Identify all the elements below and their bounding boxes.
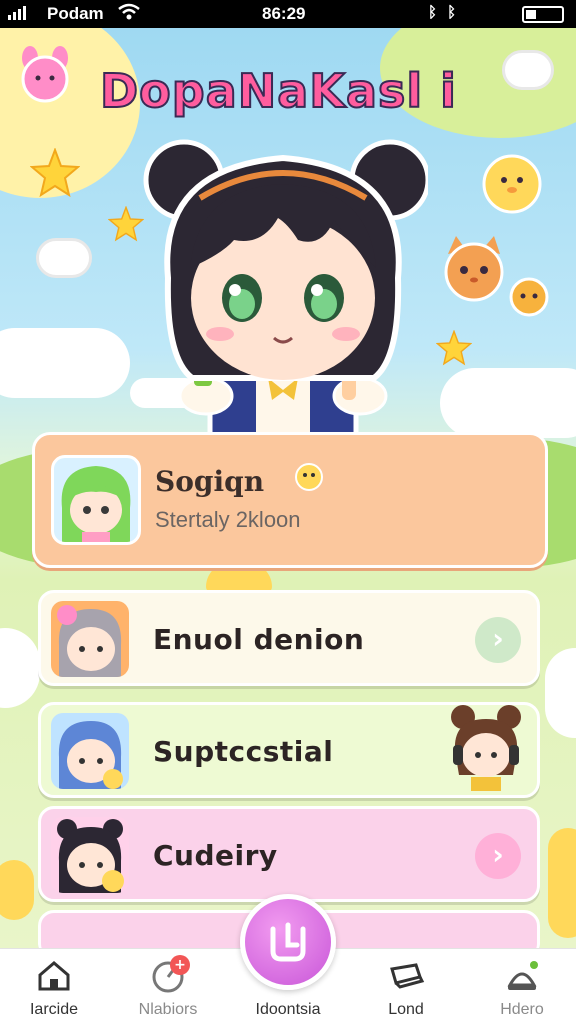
tab-label: Iarcide — [29, 1001, 79, 1018]
bluetooth-icon: ᛒ ᛒ — [428, 4, 460, 21]
tab-hat[interactable]: Hdero — [474, 957, 570, 1019]
list-avatar — [51, 601, 129, 677]
tab-label: Nlabiors — [138, 1001, 198, 1018]
list-item-label: Suptccstial — [153, 735, 334, 768]
battery-icon — [522, 6, 564, 23]
cloud — [440, 368, 576, 438]
tab-card[interactable]: Lond — [358, 957, 454, 1019]
center-action-icon — [270, 922, 306, 962]
cloud — [0, 628, 40, 708]
hero-character — [138, 128, 431, 475]
chick-sticker — [480, 150, 550, 220]
tab-label: Hdero — [500, 1001, 544, 1018]
status-bar: Podam 86:29 ᛒ ᛒ — [0, 0, 576, 28]
featured-card[interactable]: Sogiqn Stertaly 2kloon — [32, 432, 548, 568]
wifi-icon — [118, 3, 140, 26]
hat-icon — [502, 957, 542, 993]
home-icon — [34, 957, 74, 993]
tab-label: Idoontsia — [255, 1001, 321, 1018]
notification-badge: + — [170, 955, 190, 975]
list-item-label: Cudeiry — [153, 839, 278, 872]
chick-sticker — [0, 860, 34, 920]
card-icon — [386, 957, 426, 993]
star-icon — [435, 329, 473, 370]
list-item-suptccstial[interactable]: Suptccstial — [38, 702, 540, 798]
tab-label: Lond — [388, 1001, 424, 1018]
cat-sticker — [506, 272, 552, 322]
cloud — [0, 328, 130, 398]
list-avatar — [51, 713, 129, 789]
chick-sticker — [548, 828, 576, 938]
pink-bunny-sticker — [14, 44, 76, 108]
center-action-button[interactable] — [240, 894, 336, 990]
featured-subtitle: Stertaly 2kloon — [155, 507, 301, 532]
chevron-right-icon[interactable]: › — [475, 833, 521, 879]
carrier-name: Podam — [47, 4, 104, 23]
cloud-sticker — [36, 238, 92, 278]
clock: 86:29 — [262, 4, 306, 23]
signal-icon — [8, 6, 26, 20]
chevron-right-icon[interactable]: › — [475, 617, 521, 663]
headphone-girl-sticker — [441, 705, 531, 799]
tab-home[interactable]: Iarcide — [6, 957, 102, 1019]
app-title: DopaNaKasl i — [99, 63, 457, 119]
featured-name: Sogiqn — [155, 465, 265, 498]
list-avatar — [51, 817, 129, 893]
list-item-label: Enuol denion — [153, 623, 365, 656]
cat-sticker — [438, 234, 510, 314]
list-item-enuol-denion[interactable]: Enuol denion › — [38, 590, 540, 686]
featured-avatar — [51, 455, 141, 545]
chick-icon — [293, 461, 325, 498]
cloud-sticker — [502, 50, 554, 90]
list-item-cudeiry[interactable]: Cudeiry › — [38, 806, 540, 902]
cloud — [545, 648, 576, 738]
tab-timer[interactable]: Nlabiors — [120, 957, 216, 1019]
star-icon — [29, 147, 81, 202]
